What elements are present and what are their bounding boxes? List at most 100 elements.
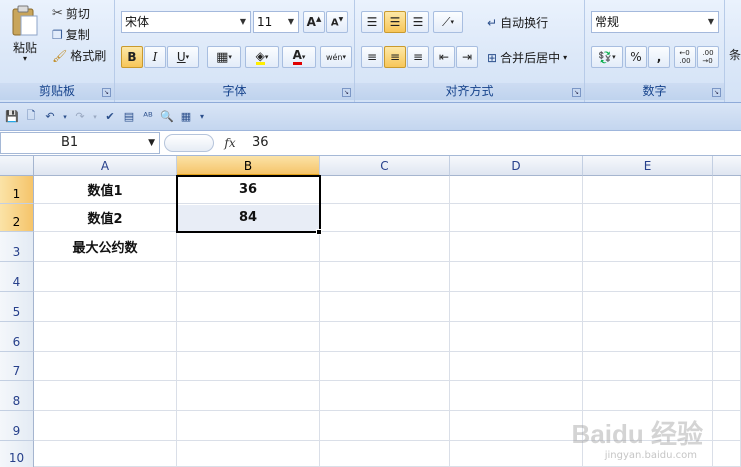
grid-cell[interactable] [34,322,177,352]
conditional-format-label[interactable]: 条 [729,46,741,63]
increase-decimal-button[interactable]: ←0.00 [674,46,696,68]
grid-cell[interactable] [713,322,741,352]
paste-dropdown-icon[interactable]: ▾ [23,54,27,63]
save-icon[interactable]: 💾 [4,109,20,125]
column-header-b[interactable]: B [177,156,320,176]
grid-cell[interactable] [177,441,320,467]
merge-center-dropdown-icon[interactable]: ▾ [563,53,567,62]
print-preview-icon[interactable]: 🔍 [159,109,175,125]
copy-button[interactable]: ❐ 复制 [52,26,90,43]
name-box-dropdown-icon[interactable]: ▼ [148,133,155,153]
underline-button[interactable]: U ▾ [167,46,199,68]
calculator-icon[interactable]: ▤ [121,109,137,125]
grid-cell[interactable] [450,204,583,232]
grid-cell[interactable] [450,176,583,204]
check-icon[interactable]: ✔ [102,109,118,125]
grid-cell[interactable] [713,262,741,292]
cell-a1[interactable]: 数值1 [34,176,177,204]
row-header-9[interactable]: 9 [0,411,34,441]
currency-button[interactable]: 💱 ▾ [591,46,623,68]
font-color-dropdown-icon[interactable]: ▾ [302,53,306,61]
grid-cell[interactable] [450,262,583,292]
grid-cell[interactable] [320,352,450,381]
align-right-button[interactable]: ≡ [407,46,429,68]
grid-cell[interactable] [320,176,450,204]
grid-cell[interactable] [583,262,713,292]
grid-cell[interactable] [583,322,713,352]
grid-cell[interactable] [177,411,320,441]
grid-cell[interactable] [34,441,177,467]
grid-cell[interactable] [713,352,741,381]
grid-cell[interactable] [320,411,450,441]
redo-icon[interactable]: ↷ [72,109,88,125]
grid-cell[interactable] [450,292,583,322]
format-painter-button[interactable]: 🖌 格式刷 [52,47,106,64]
grid-cell[interactable] [713,204,741,232]
wrap-text-button[interactable]: ↵ 自动换行 [487,14,548,31]
grid-cell[interactable] [713,292,741,322]
increase-indent-button[interactable]: ⇥ [456,46,478,68]
grid-cell[interactable] [583,352,713,381]
grid-cell[interactable] [34,292,177,322]
font-color-button[interactable]: A ▾ [282,46,316,68]
column-header-a[interactable]: A [34,156,177,176]
new-document-icon[interactable]: 🗋 [23,109,39,125]
grow-font-button[interactable]: A▲ [303,11,325,33]
paste-button[interactable]: 粘贴 ▾ [10,5,40,63]
grid-cell[interactable] [34,262,177,292]
grid-cell[interactable] [34,352,177,381]
row-header-4[interactable]: 4 [0,262,34,292]
cell-b1[interactable]: 36 [177,176,320,204]
comma-button[interactable]: , [648,46,670,68]
grid-cell[interactable] [177,352,320,381]
cell-a3[interactable]: 最大公约数 [34,232,177,262]
grid-cell[interactable] [713,381,741,411]
row-header-5[interactable]: 5 [0,292,34,322]
font-size-dropdown-icon[interactable]: ▼ [284,12,298,32]
insert-function-button[interactable]: fx [220,133,240,153]
font-family-dropdown-icon[interactable]: ▼ [236,12,250,32]
column-header-e[interactable]: E [583,156,713,176]
grid-cell[interactable] [583,232,713,262]
grid-cell[interactable] [177,262,320,292]
grid-cell[interactable] [713,232,741,262]
customize-qat-icon[interactable]: ▾ [197,109,207,125]
percent-button[interactable]: % [625,46,647,68]
alignment-launcher-icon[interactable]: ↘ [572,88,581,97]
number-launcher-icon[interactable]: ↘ [712,88,721,97]
spelling-icon[interactable]: ᴬᴮ [140,109,156,125]
grid-cell[interactable] [713,176,741,204]
grid-cell[interactable] [450,352,583,381]
grid-cell[interactable] [177,322,320,352]
grid-cell[interactable] [177,381,320,411]
orientation-button[interactable]: ⟋ ▾ [433,11,463,33]
grid-cell[interactable] [583,176,713,204]
clipboard-launcher-icon[interactable]: ↘ [102,88,111,97]
grid-cell[interactable] [320,322,450,352]
formula-input[interactable]: 36 [252,133,269,153]
grid-cell[interactable] [177,292,320,322]
column-header-c[interactable]: C [320,156,450,176]
grid-cell[interactable] [320,204,450,232]
decrease-indent-button[interactable]: ⇤ [433,46,455,68]
grid-cell[interactable] [34,411,177,441]
row-header-2[interactable]: 2 [0,204,34,232]
orientation-dropdown-icon[interactable]: ▾ [450,18,454,26]
fill-color-dropdown-icon[interactable]: ▾ [265,53,269,61]
number-format-dropdown-icon[interactable]: ▼ [704,12,718,32]
column-header-f[interactable] [713,156,741,176]
redo-dropdown-icon[interactable]: ▾ [91,109,99,125]
row-header-6[interactable]: 6 [0,322,34,352]
grid-cell[interactable] [450,232,583,262]
row-header-1[interactable]: 1 [0,176,34,204]
grid-cell[interactable] [320,441,450,467]
border-dropdown-icon[interactable]: ▾ [228,53,232,61]
fill-handle[interactable] [316,229,322,235]
align-center-button[interactable]: ≡ [384,46,406,68]
cut-button[interactable]: ✂ 剪切 [52,5,90,22]
align-bottom-button[interactable]: ☰ [407,11,429,33]
fill-color-button[interactable]: ◈ ▾ [245,46,279,68]
row-header-7[interactable]: 7 [0,352,34,381]
merge-center-button[interactable]: ⊞ 合并后居中 ▾ [487,49,567,66]
undo-dropdown-icon[interactable]: ▾ [61,109,69,125]
